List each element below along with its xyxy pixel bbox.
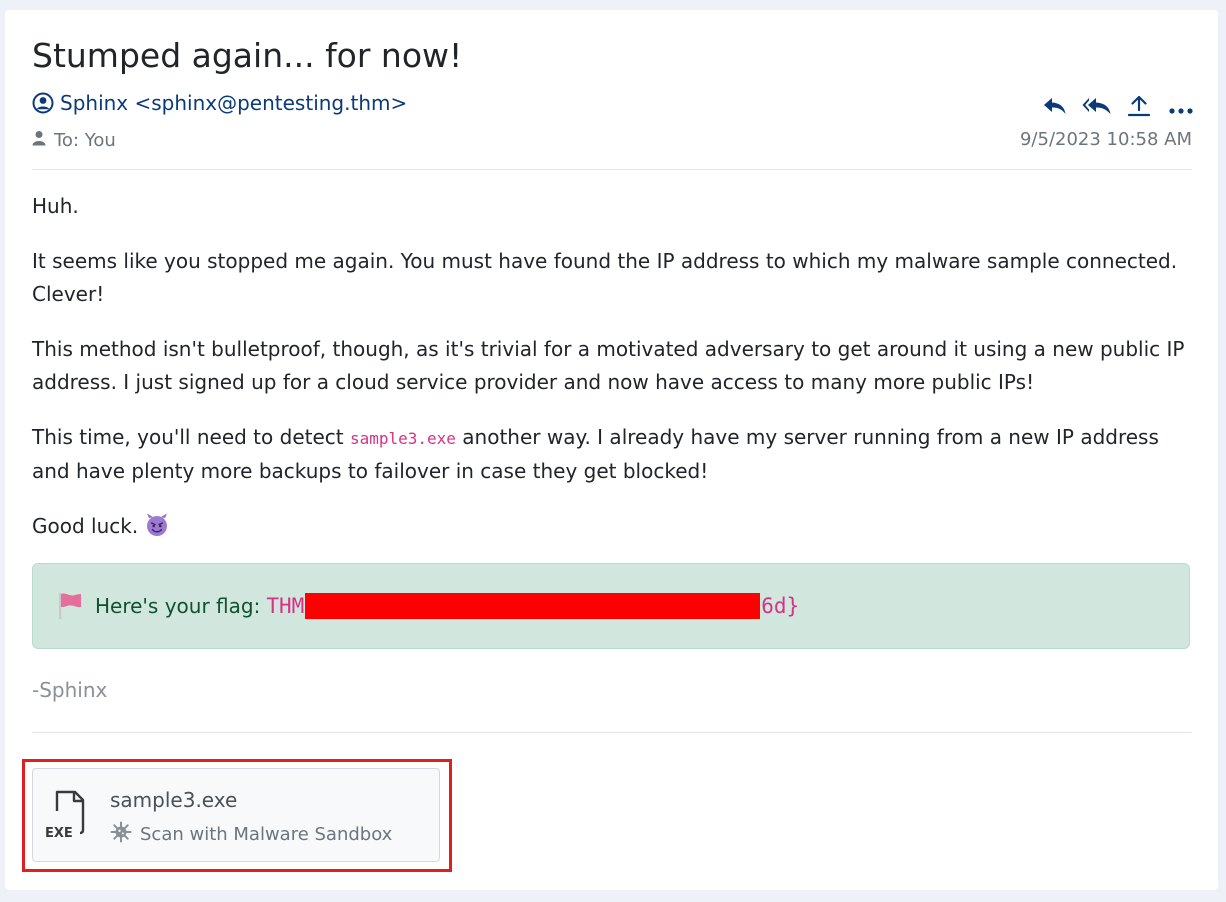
- sender-link[interactable]: Sphinx <sphinx@pentesting.thm>: [32, 90, 407, 116]
- email-date: 9/5/2023 10:58 AM: [1019, 129, 1192, 150]
- sender-name[interactable]: Sphinx <sphinx@pentesting.thm>: [60, 91, 407, 115]
- virus-icon: [110, 821, 132, 848]
- body-paragraph: Good luck.: [32, 510, 1197, 547]
- flag-label: Here's your flag:: [95, 594, 261, 618]
- more-button[interactable]: [1167, 95, 1195, 121]
- exe-file-type-label: EXE: [45, 826, 73, 839]
- attachment-filename: sample3.exe: [110, 788, 238, 812]
- body-paragraph: Huh.: [32, 194, 79, 218]
- flag-value: THM 6d}: [266, 593, 799, 619]
- message-actions: [1041, 95, 1195, 121]
- body-paragraph: It seems like you stopped me again. You …: [32, 249, 1178, 306]
- user-circle-icon: [32, 92, 54, 114]
- body-paragraph: This time, you'll need to detect sample3…: [32, 421, 1197, 488]
- upload-icon: [1127, 95, 1151, 121]
- reply-button[interactable]: [1041, 95, 1069, 121]
- flag-alert: Here's your flag: THM 6d}: [32, 563, 1190, 649]
- email-body: Huh. It seems like you stopped me again.…: [32, 190, 1197, 569]
- flag-icon: [57, 592, 83, 620]
- recipient-line: To: You: [32, 128, 116, 152]
- flag-prefix: THM: [266, 594, 305, 618]
- body-text-segment: Good luck.: [32, 514, 139, 538]
- reply-icon: [1043, 97, 1067, 119]
- reply-all-button[interactable]: [1082, 95, 1112, 121]
- header-divider: [32, 169, 1192, 170]
- body-paragraph: This method isn't bulletproof, though, a…: [32, 337, 1185, 394]
- flag-suffix: 6d}: [761, 594, 800, 618]
- exe-file-icon: EXE: [45, 789, 89, 843]
- recipient-text: To: You: [54, 129, 116, 151]
- body-text-segment: This time, you'll need to detect: [32, 425, 350, 449]
- scan-label[interactable]: Scan with Malware Sandbox: [140, 824, 392, 845]
- reply-all-icon: [1082, 97, 1112, 119]
- email-card: Stumped again... for now! Sphinx <sphinx…: [5, 10, 1218, 890]
- attachment-card[interactable]: EXE sample3.exe Scan with Malware Sandbo…: [32, 768, 440, 862]
- scan-sandbox-link[interactable]: Scan with Malware Sandbox: [110, 821, 392, 848]
- inline-code: sample3.exe: [349, 429, 456, 448]
- person-icon: [32, 130, 46, 151]
- smiling-devil-emoji-icon: [145, 513, 169, 547]
- more-icon: [1169, 99, 1193, 118]
- email-subject: Stumped again... for now!: [32, 36, 463, 75]
- forward-button[interactable]: [1125, 95, 1153, 121]
- email-signature: -Sphinx: [32, 678, 108, 702]
- redaction-bar: [305, 593, 761, 619]
- attachment-divider: [32, 732, 1192, 733]
